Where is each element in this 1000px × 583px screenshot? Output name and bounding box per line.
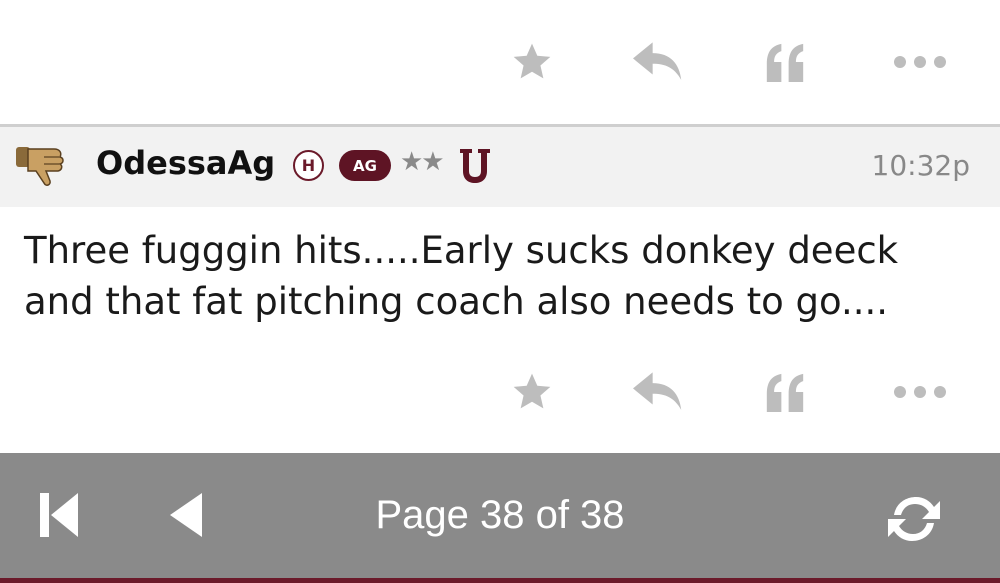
university-logo-icon bbox=[460, 149, 490, 183]
pagination-bar: Page 38 of 38 bbox=[0, 453, 1000, 578]
post-header: OdessaAg H AG ★★ 10:32p bbox=[0, 127, 1000, 207]
username[interactable]: OdessaAg bbox=[96, 144, 275, 182]
more-icon bbox=[894, 56, 946, 68]
rank-stars: ★★ bbox=[400, 147, 445, 177]
quote-button[interactable] bbox=[760, 362, 810, 422]
more-button[interactable] bbox=[890, 32, 950, 92]
pager-accent-strip bbox=[0, 578, 1000, 583]
previous-post-tail bbox=[0, 0, 1000, 120]
more-button[interactable] bbox=[890, 362, 950, 422]
post-body: Three fugggin hits.....Early sucks donke… bbox=[24, 225, 974, 327]
refresh-button[interactable] bbox=[884, 491, 944, 551]
star-icon bbox=[513, 373, 551, 409]
quote-icon bbox=[766, 43, 804, 82]
favorite-button[interactable] bbox=[506, 32, 558, 92]
previous-post-actions bbox=[0, 32, 1000, 92]
h-badge: H bbox=[293, 150, 324, 181]
star-icon bbox=[513, 43, 551, 79]
post-body-line: and that fat pitching coach also needs t… bbox=[24, 280, 889, 323]
more-icon bbox=[894, 386, 946, 398]
thumbs-down-avatar[interactable] bbox=[14, 143, 70, 189]
refresh-icon bbox=[888, 497, 940, 541]
favorite-button[interactable] bbox=[506, 362, 558, 422]
post-timestamp: 10:32p bbox=[871, 149, 970, 182]
ag-badge: AG bbox=[339, 150, 391, 181]
page-indicator[interactable]: Page 38 of 38 bbox=[0, 493, 1000, 538]
reply-button[interactable] bbox=[630, 32, 686, 92]
post-body-line: Three fugggin hits.....Early sucks donke… bbox=[24, 229, 899, 272]
reply-icon bbox=[633, 42, 682, 80]
reply-icon bbox=[633, 372, 682, 410]
quote-button[interactable] bbox=[760, 32, 810, 92]
quote-icon bbox=[766, 373, 804, 412]
post-actions bbox=[0, 362, 1000, 422]
reply-button[interactable] bbox=[630, 362, 686, 422]
